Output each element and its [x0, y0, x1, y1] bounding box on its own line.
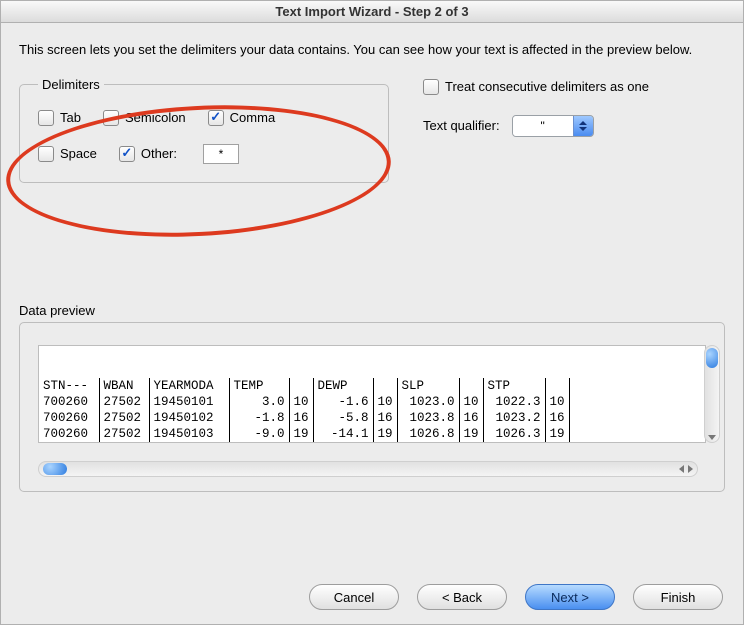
column-header: STN--- [39, 378, 99, 394]
table-row: 7002602750219450103-9.019-14.1191026.819… [39, 426, 569, 442]
data-preview-grid: STN---WBANYEARMODATEMPDEWPSLPSTP70026027… [38, 345, 706, 443]
checkbox-tab[interactable]: Tab [38, 110, 81, 126]
checkbox-tab-label: Tab [60, 110, 81, 125]
column-header: SLP [397, 378, 459, 394]
text-qualifier-value: " [513, 116, 573, 136]
table-row: 7002602750219450102-1.816-5.8161023.8161… [39, 410, 569, 426]
checkbox-box-icon [38, 146, 54, 162]
data-preview-panel: STN---WBANYEARMODATEMPDEWPSLPSTP70026027… [19, 322, 725, 492]
cancel-button[interactable]: Cancel [309, 584, 399, 610]
column-header: WBAN [99, 378, 149, 394]
table-row: 70026027502194501013.010-1.6101023.01010… [39, 394, 569, 410]
checkbox-semicolon-label: Semicolon [125, 110, 186, 125]
column-header [545, 378, 569, 394]
checkbox-semicolon[interactable]: Semicolon [103, 110, 186, 126]
text-qualifier-select[interactable]: " [512, 115, 594, 137]
scroll-thumb-icon [43, 463, 67, 475]
checkbox-box-icon [423, 79, 439, 95]
table-row: 7002602750219450104-13.417-18.3171028.71… [39, 442, 569, 443]
checkbox-space[interactable]: Space [38, 146, 97, 162]
other-delimiter-input[interactable] [203, 144, 239, 164]
horizontal-scrollbar[interactable] [38, 461, 698, 477]
scroll-down-arrow-icon [708, 435, 716, 440]
column-header [373, 378, 397, 394]
checkbox-box-icon [103, 110, 119, 126]
column-header: TEMP [229, 378, 289, 394]
column-header: YEARMODA [149, 378, 229, 394]
delimiters-group: Delimiters Tab Semicolon Comma [19, 77, 389, 183]
intro-text: This screen lets you set the delimiters … [19, 41, 725, 59]
delimiters-legend: Delimiters [38, 77, 104, 92]
wizard-footer: Cancel < Back Next > Finish [309, 584, 723, 610]
checkbox-box-icon [119, 146, 135, 162]
vertical-scrollbar[interactable] [704, 345, 720, 443]
scroll-right-arrow-icon [688, 465, 693, 473]
wizard-window: Text Import Wizard - Step 2 of 3 This sc… [0, 0, 744, 625]
data-preview-label: Data preview [19, 303, 725, 318]
text-qualifier-label: Text qualifier: [423, 118, 500, 133]
scroll-thumb-icon [706, 348, 718, 368]
window-title: Text Import Wizard - Step 2 of 3 [1, 1, 743, 23]
column-header: STP [483, 378, 545, 394]
column-header [459, 378, 483, 394]
checkbox-consecutive-label: Treat consecutive delimiters as one [445, 79, 649, 94]
checkbox-box-icon [38, 110, 54, 126]
checkbox-box-icon [208, 110, 224, 126]
column-header [289, 378, 313, 394]
checkbox-comma[interactable]: Comma [208, 110, 276, 126]
finish-button[interactable]: Finish [633, 584, 723, 610]
column-header: DEWP [313, 378, 373, 394]
checkbox-other[interactable]: Other: [119, 146, 177, 162]
next-button[interactable]: Next > [525, 584, 615, 610]
scroll-left-arrow-icon [679, 465, 684, 473]
back-button[interactable]: < Back [417, 584, 507, 610]
select-stepper-icon [573, 116, 593, 136]
checkbox-other-label: Other: [141, 146, 177, 161]
checkbox-consecutive[interactable]: Treat consecutive delimiters as one [423, 79, 649, 95]
checkbox-space-label: Space [60, 146, 97, 161]
checkbox-comma-label: Comma [230, 110, 276, 125]
